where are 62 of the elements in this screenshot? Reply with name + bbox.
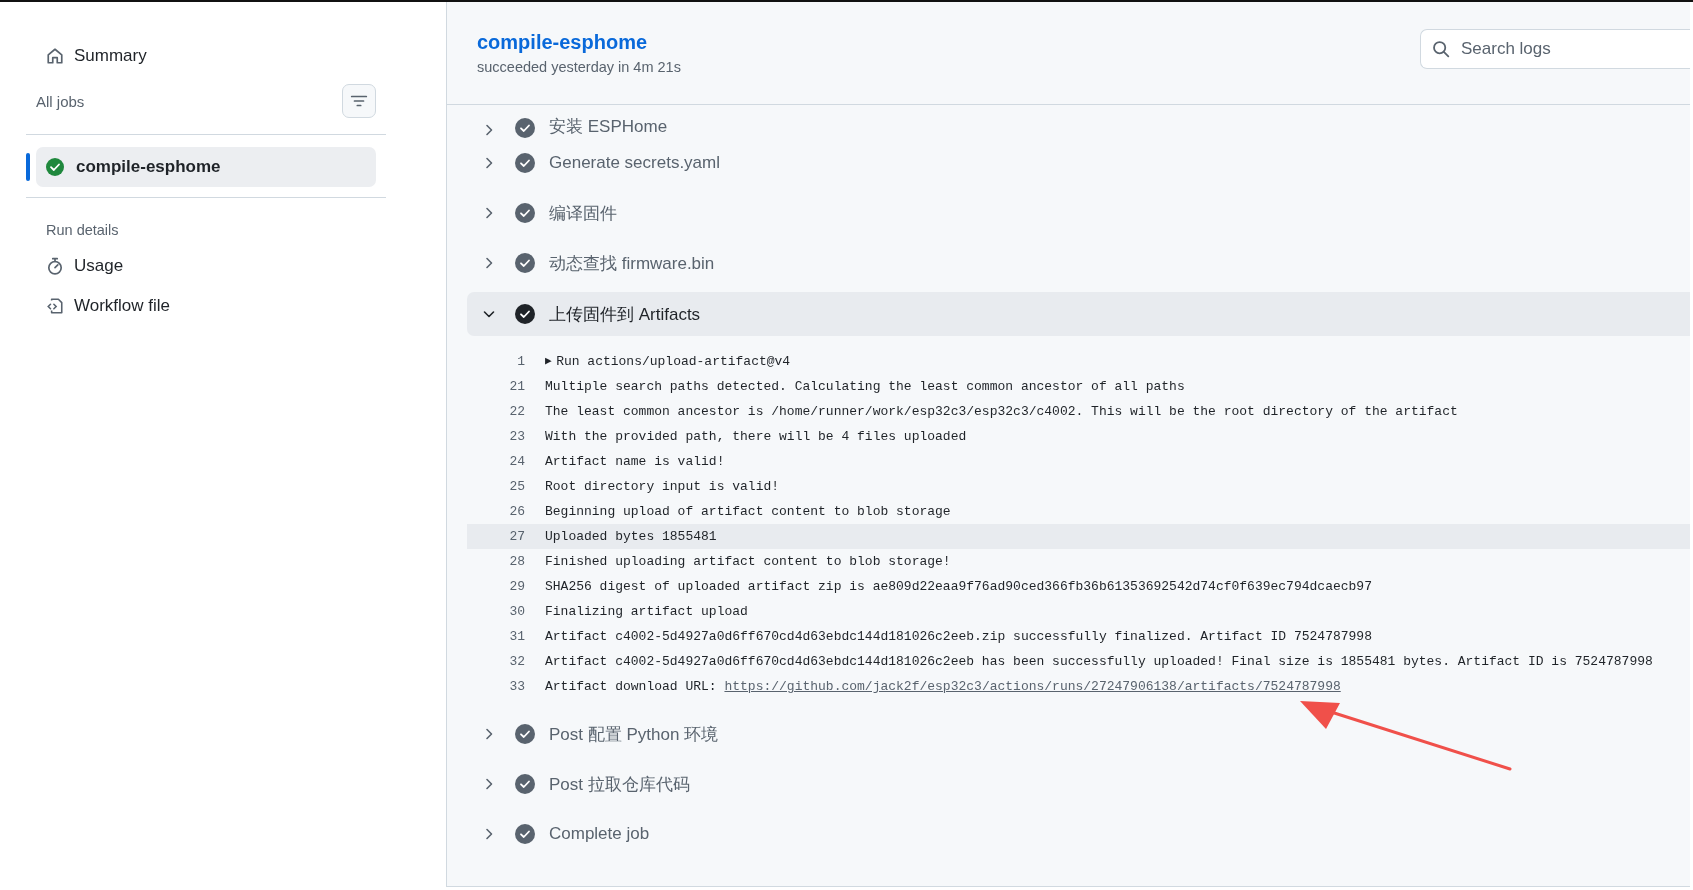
line-number: 31 [508,629,525,644]
success-icon [46,158,64,176]
search-icon [1432,40,1450,58]
home-icon [46,47,64,65]
summary-link[interactable]: Summary [26,36,147,76]
step-row[interactable]: 上传固件到 Artifacts [467,292,1690,336]
section-heading: Run details [45,221,120,240]
section-heading: All jobs [36,92,85,110]
stopwatch-icon [46,257,64,275]
step-row[interactable]: Complete job [467,809,1690,859]
line-number: 24 [508,454,525,469]
log-text: Run actions/upload-artifact@v4 [556,354,791,369]
log-text: Uploaded bytes 1855481 [545,529,717,544]
log-text: Artifact c4002-5d4927a0d6ff670cd4d63ebdc144d181026c2eeb.zip successfully finalized. Artifact ID 7524787998 [545,629,1372,644]
log-text: SHA256 digest of uploaded artifact zip is ae809d22eaa9f76ad90ced366fb36b61353692542d74cf0f639ec794dcaecb97 [545,579,1372,594]
selection-indicator [26,153,30,181]
log-text: Artifact download URL: [545,679,717,694]
check-circle-icon [515,824,535,844]
filter-button[interactable] [342,84,376,118]
line-number: 27 [508,529,525,544]
line-number: 30 [508,604,525,619]
line-number: 28 [508,554,525,569]
line-number: 23 [508,429,525,444]
line-number: 33 [508,679,525,694]
workflow-file-link[interactable]: Workflow file [26,286,171,326]
check-circle-icon [515,253,535,273]
job-status-text: succeeded yesterday in 4m 21s [477,59,681,75]
log-text: With the provided path, there will be 4 files uploaded [545,429,967,444]
log-text: Beginning upload of artifact content to blob storage [545,504,951,519]
line-number: 29 [508,579,525,594]
step-row[interactable]: 编译固件 [467,188,1690,238]
line-number: 26 [508,504,525,519]
step-row[interactable]: Post 配置 Python 环境 [467,709,1690,759]
step-row[interactable]: Generate secrets.yaml [467,138,1690,188]
file-code-icon [46,297,64,315]
log-text: Multiple search paths detected. Calculating the least common ancestor of all paths [545,379,1185,394]
search-field[interactable]: Search logs [1420,29,1690,69]
log-link[interactable]: https://github.com/jack2f/esp32c3/actions/runs/27247906138/artifacts/7524787998 [724,679,1341,694]
log-text: Root directory input is valid! [545,479,780,494]
line-number: 25 [508,479,525,494]
log-text: Artifact c4002-5d4927a0d6ff670cd4d63ebdc144d181026c2eeb has been successfully uploaded! Final size is 1855481 bytes. Artifact ID is 7524787998 [545,654,1653,669]
expand-marker[interactable]: ▶ [545,354,552,369]
check-circle-icon [515,304,535,324]
line-number: 32 [508,654,525,669]
check-circle-icon [515,118,535,138]
job-item[interactable]: compile-esphome [36,147,376,187]
line-number: 21 [508,379,525,394]
check-circle-icon [515,724,535,744]
check-circle-icon [515,774,535,794]
log-text: The least common ancestor is /home/runner/work/esp32c3/esp32c3/c4002. This will be the root directory of the artifact [545,404,1458,419]
usage-link[interactable]: Usage [26,246,124,286]
line-number: 22 [508,404,525,419]
log-text: Artifact name is valid! [545,454,725,469]
log-text: Finalizing artifact upload [545,604,748,619]
check-circle-icon [515,153,535,173]
step-row[interactable]: 安装 ESPHome [467,105,1690,138]
step-row[interactable]: 动态查找 firmware.bin [467,238,1690,288]
log-text: Finished uploading artifact content to blob storage! [545,554,951,569]
check-circle-icon [515,203,535,223]
job-title[interactable]: compile-esphome [477,31,681,54]
step-row[interactable]: Post 拉取仓库代码 [467,759,1690,809]
line-number: 1 [516,354,525,369]
